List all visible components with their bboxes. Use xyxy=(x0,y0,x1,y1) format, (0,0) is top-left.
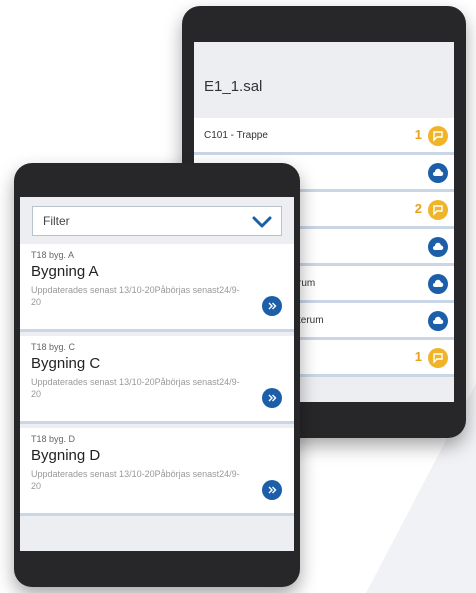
flag-icon[interactable] xyxy=(428,348,448,368)
room-label: C101 - Trappe xyxy=(204,130,268,141)
cloud-icon[interactable] xyxy=(428,237,448,257)
building-meta: Uppdaterades senast 13/10-20Påbörjas sen… xyxy=(31,469,240,491)
building-meta: Uppdaterades senast 13/10-20Påbörjas sen… xyxy=(31,285,240,307)
building-meta: Uppdaterades senast 13/10-20Påbörjas sen… xyxy=(31,377,240,399)
flag-icon[interactable] xyxy=(428,126,448,146)
building-name: Bygning A xyxy=(31,263,99,280)
double-chevron-right-icon[interactable] xyxy=(262,388,282,408)
building-code: T18 byg. C xyxy=(31,342,76,352)
page-title: E1_1.sal xyxy=(204,78,263,95)
building-name: Bygning C xyxy=(31,355,101,372)
chevron-down-icon[interactable] xyxy=(251,212,273,232)
room-count: 2 xyxy=(414,201,422,216)
front-phone-screen: Filter T18 byg. A Bygning A Uppdaterades… xyxy=(20,197,294,551)
cloud-icon[interactable] xyxy=(428,274,448,294)
filter-wrapper: Filter xyxy=(20,197,294,244)
double-chevron-right-icon[interactable] xyxy=(262,480,282,500)
building-card[interactable]: T18 byg. C Bygning C Uppdaterades senast… xyxy=(20,336,294,424)
flag-icon[interactable] xyxy=(428,200,448,220)
filter-label: Filter xyxy=(43,214,70,228)
cloud-icon[interactable] xyxy=(428,311,448,331)
cloud-icon[interactable] xyxy=(428,163,448,183)
room-row[interactable]: C101 - Trappe 1 xyxy=(194,118,454,155)
building-card[interactable]: T18 byg. A Bygning A Uppdaterades senast… xyxy=(20,244,294,332)
double-chevron-right-icon[interactable] xyxy=(262,296,282,316)
building-code: T18 byg. A xyxy=(31,250,75,260)
filter-dropdown[interactable]: Filter xyxy=(32,206,282,236)
front-phone: Filter T18 byg. A Bygning A Uppdaterades… xyxy=(14,163,300,587)
room-count: 1 xyxy=(414,127,422,142)
room-label: rum xyxy=(298,278,316,289)
building-name: Bygning D xyxy=(31,447,101,464)
room-count: 1 xyxy=(414,349,422,364)
building-code: T18 byg. D xyxy=(31,434,76,444)
room-label: terum xyxy=(298,315,324,326)
building-card[interactable]: T18 byg. D Bygning D Uppdaterades senast… xyxy=(20,428,294,516)
